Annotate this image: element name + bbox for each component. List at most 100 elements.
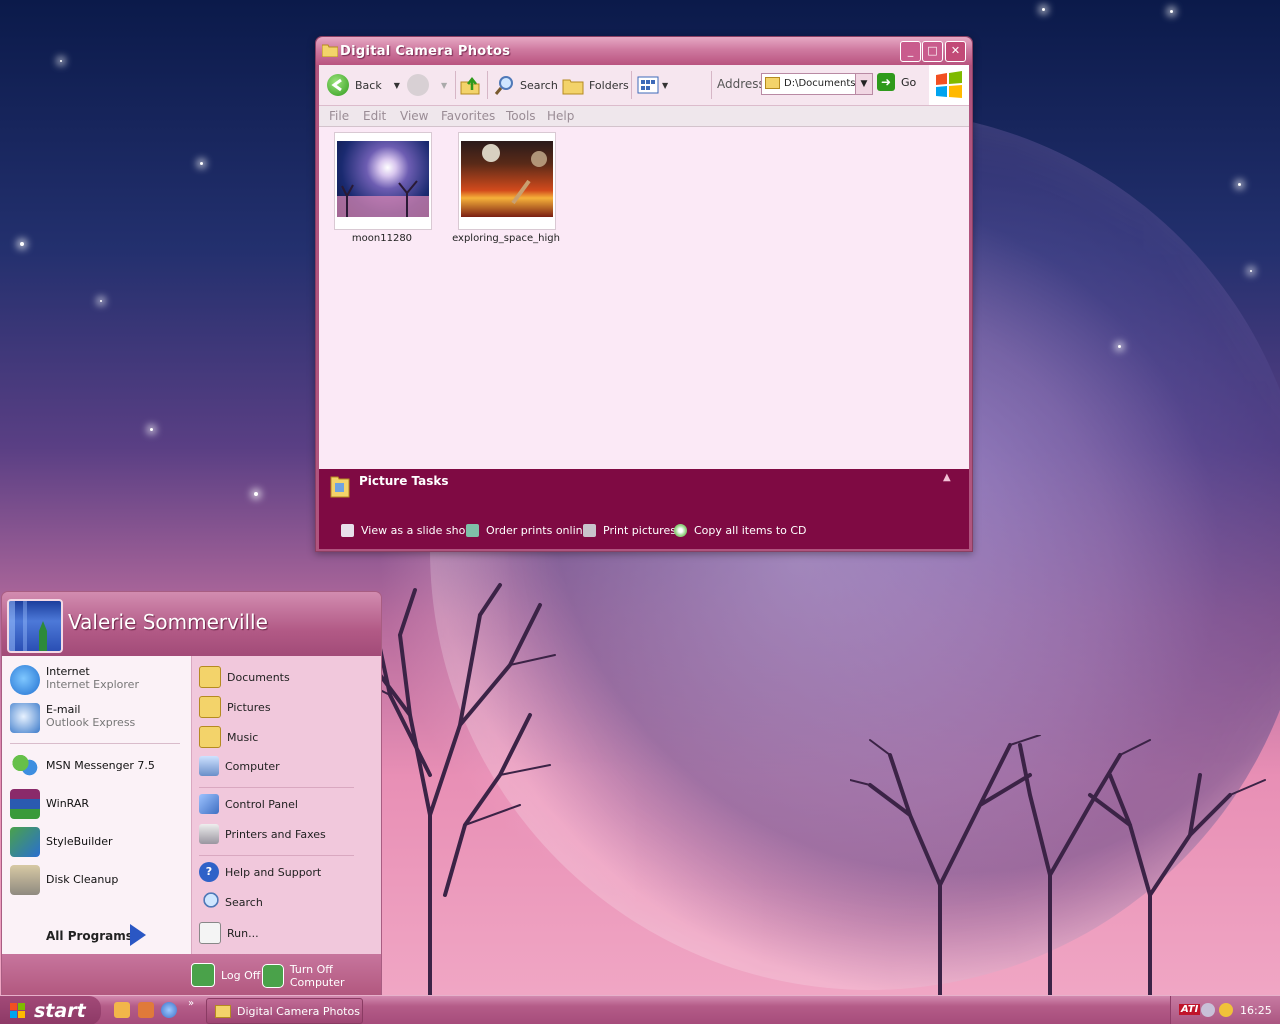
menu-help[interactable]: Help xyxy=(547,109,574,123)
collapse-icon[interactable]: ▲ xyxy=(943,472,951,483)
place-pictures[interactable]: Pictures xyxy=(199,696,271,718)
picture-tasks-icon xyxy=(330,476,350,498)
pinned-internet[interactable]: Internet Internet Explorer xyxy=(10,665,139,695)
menu-bar: File Edit View Favorites Tools Help xyxy=(319,106,969,127)
back-button[interactable]: Back ▼ xyxy=(327,73,400,97)
go-label: Go xyxy=(901,75,917,89)
close-button[interactable]: ✕ xyxy=(945,41,966,62)
task-label: View as a slide show xyxy=(361,524,475,537)
start-menu-footer: Log Off Turn Off Computer xyxy=(2,954,381,995)
recent-msn[interactable]: MSN Messenger 7.5 xyxy=(10,751,155,781)
menu-separator xyxy=(199,855,354,856)
menu-favorites[interactable]: Favorites xyxy=(441,109,495,123)
back-dropdown-icon[interactable]: ▼ xyxy=(394,81,400,90)
address-bar[interactable]: D:\Documents a ▼ xyxy=(761,73,873,95)
star xyxy=(200,162,203,165)
program-subtitle: Internet Explorer xyxy=(46,678,139,691)
forward-dropdown-icon[interactable]: ▼ xyxy=(441,81,447,90)
title-bar[interactable]: Digital Camera Photos _ □ ✕ xyxy=(316,37,972,65)
place-printers[interactable]: Printers and Faxes xyxy=(199,824,326,844)
place-help[interactable]: ? Help and Support xyxy=(199,862,321,882)
minimize-button[interactable]: _ xyxy=(900,41,921,62)
go-button[interactable]: ➜ Go xyxy=(877,73,916,91)
star xyxy=(20,242,24,246)
windows-logo-icon xyxy=(929,65,969,105)
toolbar: Back ▼ ▼ Search Folders ▼ Address D:\Doc… xyxy=(319,65,969,106)
picture-tasks-header[interactable]: Picture Tasks xyxy=(359,474,449,488)
file-name[interactable]: exploring_space_high xyxy=(446,233,566,244)
toolbar-separator xyxy=(711,71,712,99)
taskbar-window-label: Digital Camera Photos xyxy=(237,1004,360,1018)
star xyxy=(254,492,258,496)
recent-winrar[interactable]: WinRAR xyxy=(10,789,89,819)
up-folder-button[interactable] xyxy=(459,73,481,97)
system-tray: ATI 16:25 xyxy=(1170,996,1280,1024)
messenger-tray-icon[interactable] xyxy=(1219,1003,1233,1017)
windows-logo-icon xyxy=(10,1002,25,1018)
stylebuilder-icon xyxy=(10,827,40,857)
folder-icon xyxy=(322,44,338,57)
place-control-panel[interactable]: Control Panel xyxy=(199,794,298,814)
computer-icon xyxy=(199,756,219,776)
place-search[interactable]: Search xyxy=(199,892,263,912)
task-slideshow[interactable]: View as a slide show xyxy=(341,524,474,537)
winrar-icon xyxy=(10,789,40,819)
go-arrow-icon: ➜ xyxy=(877,73,895,91)
start-button[interactable]: start xyxy=(0,996,101,1024)
all-programs-button[interactable]: All Programs xyxy=(46,929,133,943)
menu-tools[interactable]: Tools xyxy=(506,109,536,123)
forward-button[interactable]: ▼ xyxy=(407,73,447,97)
recent-stylebuilder[interactable]: StyleBuilder xyxy=(10,827,113,857)
cd-icon xyxy=(674,524,687,537)
star xyxy=(100,300,102,302)
tree-silhouette-left xyxy=(370,583,556,995)
place-label: Documents xyxy=(227,670,290,684)
place-documents[interactable]: Documents xyxy=(199,666,290,688)
printer-icon xyxy=(199,824,219,844)
place-music[interactable]: Music xyxy=(199,726,258,748)
program-title: WinRAR xyxy=(46,797,90,810)
moon-image xyxy=(337,141,429,217)
star xyxy=(1042,8,1045,11)
task-print-pictures[interactable]: Print pictures xyxy=(583,524,676,537)
place-run[interactable]: Run... xyxy=(199,922,259,944)
file-thumbnail-moon[interactable] xyxy=(334,132,432,230)
maximize-button[interactable]: □ xyxy=(922,41,943,62)
file-thumbnail-space[interactable] xyxy=(458,132,556,230)
recent-disk-cleanup[interactable]: Disk Cleanup xyxy=(10,865,118,895)
start-menu-programs: Internet Internet Explorer E-mail Outlook … xyxy=(2,656,191,983)
address-dropdown-icon[interactable]: ▼ xyxy=(855,74,872,94)
menu-view[interactable]: View xyxy=(400,109,428,123)
place-label: Help and Support xyxy=(225,865,322,879)
menu-edit[interactable]: Edit xyxy=(363,109,386,123)
all-programs-arrow-icon[interactable] xyxy=(130,924,146,946)
clock: 16:25 xyxy=(1240,1004,1272,1017)
star xyxy=(150,428,153,431)
printer-icon xyxy=(583,524,596,537)
turn-off-button[interactable]: Turn Off Computer xyxy=(262,963,381,989)
program-title: E-mail xyxy=(46,703,81,716)
quicklaunch-more-button[interactable]: » xyxy=(188,998,194,1009)
task-copy-to-cd[interactable]: Copy all items to CD xyxy=(674,524,807,537)
file-name[interactable]: moon11280 xyxy=(322,233,442,244)
quicklaunch-media-icon[interactable] xyxy=(138,1002,154,1018)
task-order-prints[interactable]: Order prints online xyxy=(466,524,589,537)
views-dropdown-icon: ▼ xyxy=(662,80,669,90)
quicklaunch-messenger-icon[interactable] xyxy=(114,1002,130,1018)
msn-messenger-icon xyxy=(10,751,40,781)
taskbar-window-button[interactable]: Digital Camera Photos xyxy=(206,998,363,1024)
user-avatar[interactable] xyxy=(7,599,63,653)
folders-button[interactable]: Folders xyxy=(562,73,629,97)
menu-file[interactable]: File xyxy=(329,109,349,123)
program-title: Disk Cleanup xyxy=(46,873,119,886)
up-folder-icon xyxy=(460,76,480,95)
views-button[interactable]: ▼ xyxy=(637,73,668,97)
place-computer[interactable]: Computer xyxy=(199,756,280,776)
ati-tray-icon[interactable]: ATI xyxy=(1179,1004,1201,1015)
log-off-button[interactable]: Log Off xyxy=(191,963,260,987)
place-label: Printers and Faxes xyxy=(225,827,326,841)
network-tray-icon[interactable] xyxy=(1201,1003,1215,1017)
pinned-email[interactable]: E-mail Outlook Express xyxy=(10,703,135,733)
search-button[interactable]: Search xyxy=(493,73,558,97)
quicklaunch-browser-icon[interactable] xyxy=(161,1002,177,1018)
